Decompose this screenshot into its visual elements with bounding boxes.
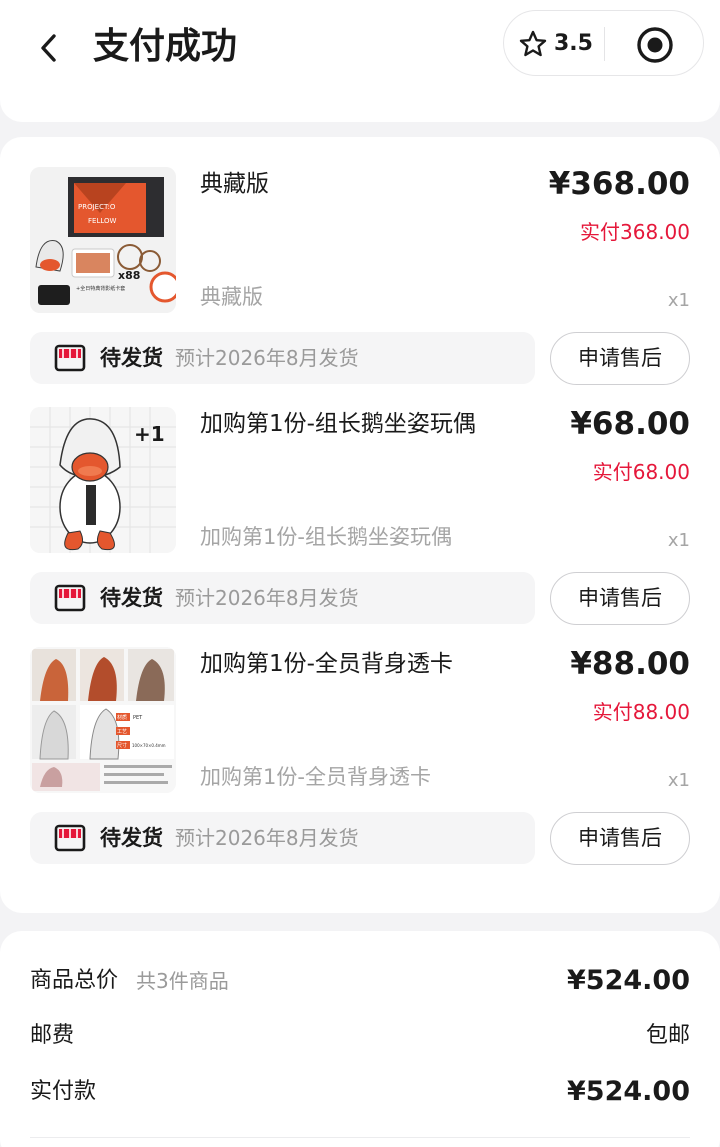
product-price: ¥368.00	[548, 166, 690, 202]
product-price: ¥88.00	[570, 646, 690, 682]
paid-amount: 实付88.00	[592, 700, 690, 724]
thumb-text: x88	[118, 269, 140, 282]
shipping-fee-value: 包邮	[645, 1023, 690, 1048]
product-thumbnail[interactable]: PROJECT:O FELLOW x88 +全日特典背影纸卡套	[30, 167, 176, 313]
thumb-text: 尺寸	[117, 742, 127, 749]
shipping-box-icon	[54, 823, 86, 853]
back-icon[interactable]	[34, 30, 64, 66]
product-quantity: x1	[667, 770, 690, 791]
price-summary-card: 商品总价 共3件商品 ¥524.00 邮费 包邮 实付款 ¥524.00	[0, 931, 720, 1147]
thumb-text: PROJECT:O	[78, 203, 116, 211]
paid-total-label: 实付款	[30, 1079, 97, 1104]
paid-amount: 实付368.00	[580, 220, 690, 244]
paid-amount: 实付68.00	[592, 460, 690, 484]
divider	[30, 1137, 690, 1138]
product-spec: 典藏版	[200, 285, 263, 309]
product-name[interactable]: 加购第1份-全员背身透卡	[200, 647, 453, 681]
star-icon[interactable]	[518, 29, 548, 59]
mini-program-capsule: 3.5	[503, 10, 704, 76]
thumb-text: +全日特典背影纸卡套	[76, 285, 125, 292]
shipping-fee-row: 邮费 包邮	[30, 1016, 690, 1056]
shipping-fee-label: 邮费	[30, 1023, 75, 1048]
order-items-card: PROJECT:O FELLOW x88 +全日特典背影纸卡套 典藏版 ¥368…	[0, 137, 720, 913]
product-price: ¥68.00	[570, 406, 690, 442]
product-quantity: x1	[667, 530, 690, 551]
thumb-text: +1	[134, 422, 165, 446]
product-spec: 加购第1份-全员背身透卡	[200, 765, 431, 789]
shipping-eta: 预计2026年8月发货	[175, 586, 359, 610]
product-name[interactable]: 典藏版	[200, 167, 269, 201]
thumb-text: 工艺	[117, 729, 127, 735]
product-thumbnail[interactable]: 材质 PET 工艺 尺寸 100×70×0.4mm	[30, 647, 176, 793]
shipping-eta: 预计2026年8月发货	[175, 346, 359, 370]
shipping-status: 待发货	[100, 586, 163, 610]
goods-total-value: ¥524.00	[567, 965, 690, 996]
product-spec: 加购第1份-组长鹅坐姿玩偶	[200, 525, 452, 549]
thumb-text: PET	[133, 715, 143, 721]
after-sale-button[interactable]: 申请售后	[550, 812, 690, 865]
goods-count: 共3件商品	[136, 969, 229, 993]
capsule-divider	[604, 27, 605, 61]
order-item: PROJECT:O FELLOW x88 +全日特典背影纸卡套 典藏版 ¥368…	[0, 137, 720, 385]
paid-total-row: 实付款 ¥524.00	[30, 1072, 690, 1112]
thumb-text: FELLOW	[88, 217, 117, 225]
rating-value[interactable]: 3.5	[554, 27, 593, 61]
product-quantity: x1	[667, 290, 690, 311]
thumb-text: 材质	[117, 714, 127, 721]
shipping-status: 待发货	[100, 826, 163, 850]
shipping-eta: 预计2026年8月发货	[175, 826, 359, 850]
page-title: 支付成功	[93, 26, 238, 67]
shipping-box-icon	[54, 343, 86, 373]
order-item: +1 加购第1份-组长鹅坐姿玩偶 ¥68.00 实付68.00 加购第1份-组长…	[0, 377, 720, 625]
product-thumbnail[interactable]: +1	[30, 407, 176, 553]
shipping-box-icon	[54, 583, 86, 613]
order-item: 材质 PET 工艺 尺寸 100×70×0.4mm 加购第1份-全员背身透卡 ¥…	[0, 617, 720, 865]
thumb-text: 100×70×0.4mm	[132, 743, 166, 748]
target-icon[interactable]	[635, 25, 675, 65]
goods-total-label: 商品总价	[30, 968, 119, 993]
shipping-status-bar[interactable]: 待发货 预计2026年8月发货	[30, 812, 535, 864]
product-name[interactable]: 加购第1份-组长鹅坐姿玩偶	[200, 407, 476, 441]
goods-total-row: 商品总价 共3件商品 ¥524.00	[30, 961, 690, 1001]
paid-total-value: ¥524.00	[567, 1076, 690, 1107]
top-bar: 支付成功 3.5	[0, 0, 720, 122]
shipping-status: 待发货	[100, 346, 163, 370]
